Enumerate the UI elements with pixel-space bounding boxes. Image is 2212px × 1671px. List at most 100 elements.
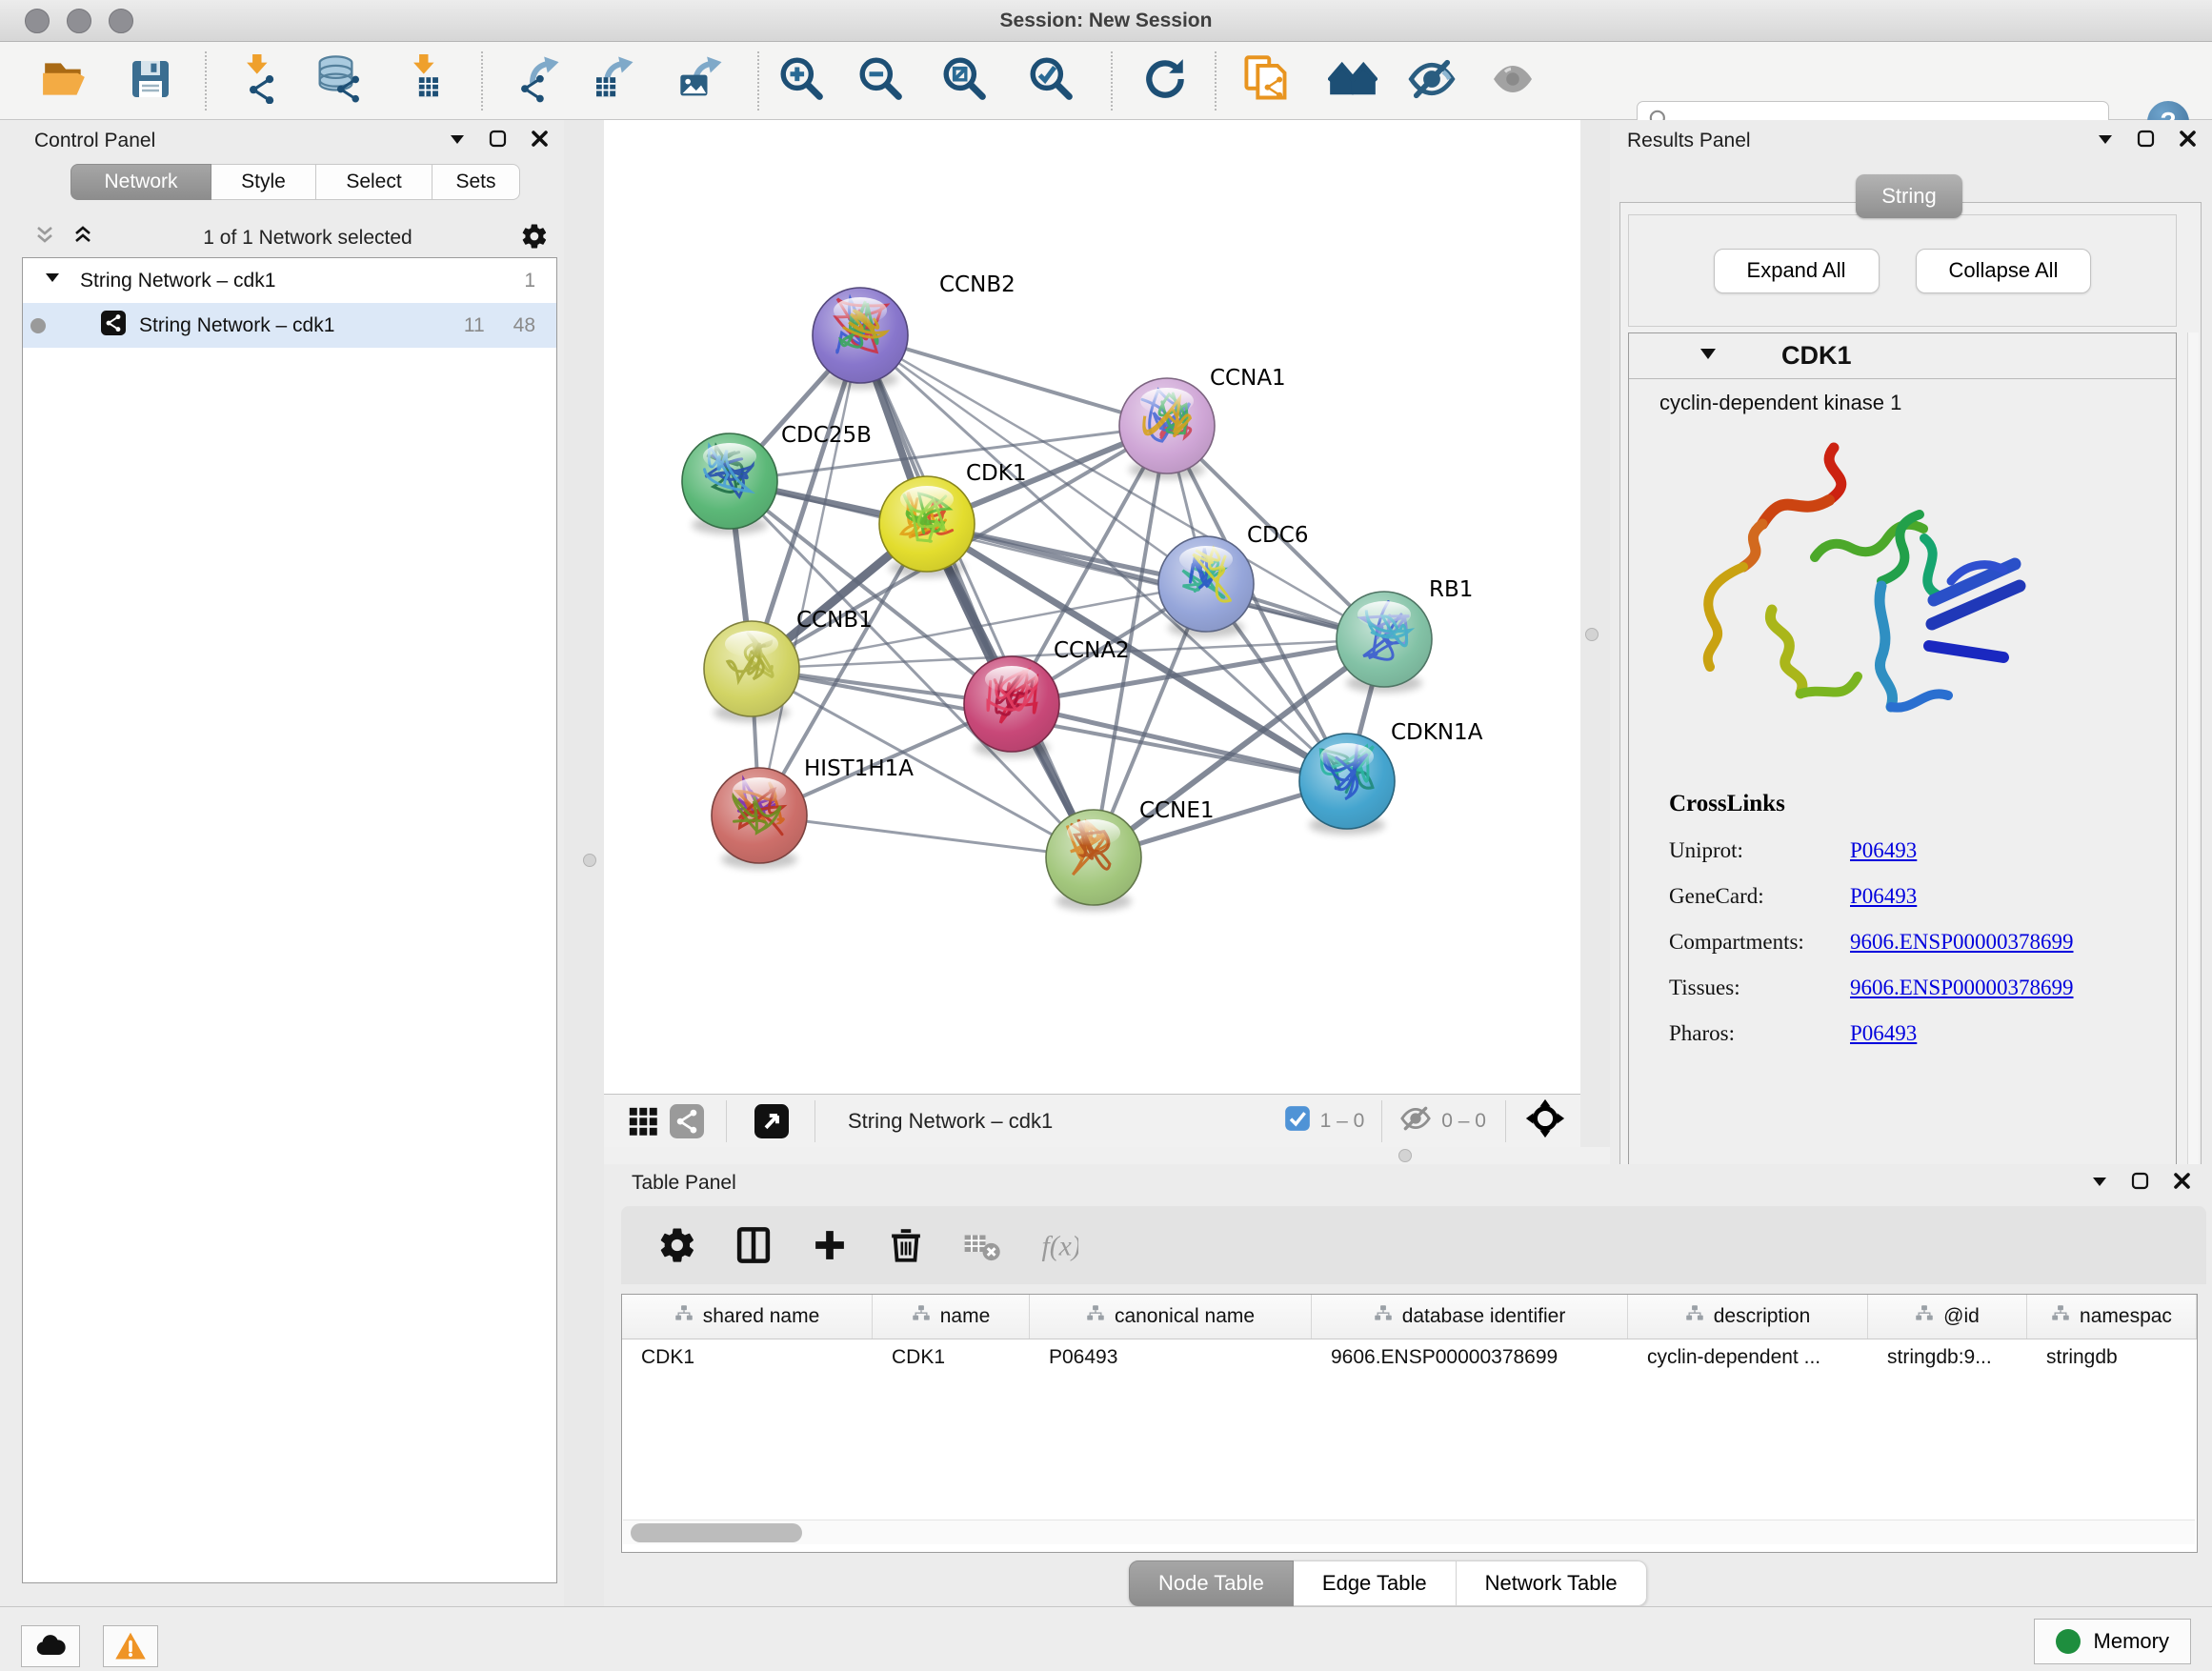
- expand-all-button[interactable]: Expand All: [1714, 249, 1880, 293]
- crosslink-link[interactable]: P06493: [1850, 1021, 1917, 1046]
- import-database-icon: [314, 53, 366, 110]
- save-session-button[interactable]: [124, 54, 177, 108]
- crosslink-link[interactable]: P06493: [1850, 838, 1917, 863]
- results-panel-float-icon[interactable]: [2136, 129, 2157, 154]
- birdseye-view-icon[interactable]: [1525, 1098, 1565, 1143]
- tab-string[interactable]: String: [1856, 174, 1962, 218]
- collapse-protein-icon[interactable]: [1698, 343, 1719, 369]
- cloud-button[interactable]: [21, 1625, 80, 1667]
- column-header-canonical-name[interactable]: canonical name: [1030, 1295, 1312, 1339]
- node-RB1[interactable]: RB1: [1337, 577, 1473, 693]
- zoom-selected-button[interactable]: [1025, 54, 1078, 108]
- tab-sets[interactable]: Sets: [432, 164, 520, 200]
- apply-preferred-layout-button[interactable]: [1138, 54, 1192, 108]
- open-session-button[interactable]: [38, 54, 91, 108]
- import-table-from-file-button[interactable]: [398, 54, 452, 108]
- network-canvas-area[interactable]: CCNB2 CCNA1 CDC25B CDK1 CDC6: [604, 120, 1580, 1094]
- column-type-icon: [1086, 1304, 1105, 1329]
- crosslink-link[interactable]: P06493: [1850, 884, 1917, 909]
- grid-view-icon[interactable]: [621, 1099, 665, 1143]
- control-panel-title: Control Panel: [34, 130, 155, 152]
- network-graph[interactable]: CCNB2 CCNA1 CDC25B CDK1 CDC6: [604, 120, 1580, 1094]
- tab-style[interactable]: Style: [211, 164, 316, 200]
- control-panel-float-icon[interactable]: [488, 129, 509, 154]
- network-icon: [101, 311, 126, 341]
- collapse-all-networks-icon[interactable]: [32, 224, 57, 253]
- column-header-shared-name[interactable]: shared name: [622, 1295, 873, 1339]
- table-cell[interactable]: CDK1: [873, 1339, 1030, 1376]
- crosslink-link[interactable]: 9606.ENSP00000378699: [1850, 976, 2074, 1000]
- table-cell[interactable]: CDK1: [622, 1339, 873, 1376]
- network-badge-icon[interactable]: [665, 1099, 709, 1143]
- collection-expander-icon[interactable]: [44, 270, 61, 292]
- results-panel-close-icon[interactable]: [2178, 129, 2199, 154]
- zoom-in-button[interactable]: [775, 54, 829, 108]
- zoom-out-button[interactable]: [855, 54, 908, 108]
- tab-node-table[interactable]: Node Table: [1129, 1560, 1294, 1606]
- export-table-button[interactable]: [586, 54, 639, 108]
- divider-handle-bottom[interactable]: [1398, 1149, 1412, 1162]
- detach-view-icon[interactable]: [750, 1099, 794, 1143]
- column-header-namespac[interactable]: namespac: [2027, 1295, 2197, 1339]
- network-row[interactable]: String Network – cdk1 11 48: [23, 303, 556, 348]
- table-hscroll-thumb[interactable]: [631, 1523, 802, 1542]
- control-panel-collapse-icon[interactable]: [448, 130, 467, 153]
- table-cell[interactable]: 9606.ENSP00000378699: [1312, 1339, 1628, 1376]
- hidden-eye-icon[interactable]: [1399, 1102, 1432, 1139]
- table-cell[interactable]: cyclin-dependent ...: [1628, 1339, 1868, 1376]
- function-builder-icon: f(x): [1036, 1223, 1080, 1267]
- column-header--id[interactable]: @id: [1868, 1295, 2027, 1339]
- table-cell[interactable]: P06493: [1030, 1339, 1312, 1376]
- results-panel-collapse-icon[interactable]: [2096, 130, 2115, 153]
- delete-column-icon[interactable]: [884, 1223, 928, 1267]
- zoom-fit-button[interactable]: [938, 54, 992, 108]
- export-table-icon: [588, 54, 637, 109]
- selected-checkbox-icon[interactable]: [1284, 1105, 1311, 1137]
- show-all-button[interactable]: [1486, 54, 1539, 108]
- tab-select[interactable]: Select: [316, 164, 432, 200]
- export-image-button[interactable]: [674, 54, 728, 108]
- column-header-database-identifier[interactable]: database identifier: [1312, 1295, 1628, 1339]
- show-columns-icon[interactable]: [732, 1223, 775, 1267]
- crosslink-link[interactable]: 9606.ENSP00000378699: [1850, 930, 2074, 955]
- toolbar-separator: [1215, 51, 1217, 111]
- node-CCNE1[interactable]: CCNE1: [1046, 798, 1215, 911]
- import-network-from-database-button[interactable]: [313, 54, 367, 108]
- tab-edge-table[interactable]: Edge Table: [1294, 1560, 1457, 1606]
- table-panel-close-icon[interactable]: [2172, 1171, 2193, 1197]
- table-row[interactable]: CDK1CDK1P064939606.ENSP00000378699cyclin…: [622, 1339, 2197, 1376]
- edge-CCNA2-CDKN1A[interactable]: [1012, 704, 1347, 781]
- table-panel-collapse-icon[interactable]: [2090, 1172, 2109, 1196]
- expand-all-networks-icon[interactable]: [70, 224, 95, 253]
- export-network-button[interactable]: [512, 54, 565, 108]
- column-header-label: database identifier: [1402, 1305, 1566, 1328]
- edge-CCNE1-HIST1H1A[interactable]: [759, 815, 1094, 857]
- create-column-icon[interactable]: [808, 1223, 852, 1267]
- node-CDKN1A[interactable]: CDKN1A: [1299, 720, 1483, 835]
- node-HIST1H1A[interactable]: HIST1H1A: [712, 756, 914, 869]
- tab-network[interactable]: Network: [70, 164, 211, 200]
- memory-button[interactable]: Memory: [2034, 1619, 2191, 1664]
- network-collection-row[interactable]: String Network – cdk1 1: [23, 258, 556, 303]
- import-network-from-file-button[interactable]: [231, 54, 285, 108]
- divider-handle-right[interactable]: [1585, 628, 1599, 641]
- collapse-all-button[interactable]: Collapse All: [1916, 249, 2092, 293]
- clone-network-button[interactable]: [1239, 54, 1293, 108]
- network-options-gear-icon[interactable]: [520, 222, 549, 255]
- hide-selected-button[interactable]: [1405, 54, 1458, 108]
- first-neighbors-button[interactable]: [1326, 54, 1379, 108]
- table-options-gear-icon[interactable]: [655, 1223, 699, 1267]
- tab-network-table[interactable]: Network Table: [1457, 1560, 1647, 1606]
- column-header-name[interactable]: name: [873, 1295, 1030, 1339]
- control-panel-close-icon[interactable]: [530, 129, 551, 154]
- table-cell[interactable]: stringdb:9...: [1868, 1339, 2027, 1376]
- table-cell[interactable]: stringdb: [2027, 1339, 2197, 1376]
- edge-CCNB2-HIST1H1A[interactable]: [759, 335, 860, 815]
- results-scrollbar[interactable]: [2187, 332, 2199, 1198]
- table-horizontal-scrollbar[interactable]: [623, 1520, 2195, 1544]
- warnings-button[interactable]: [103, 1625, 158, 1667]
- column-header-description[interactable]: description: [1628, 1295, 1868, 1339]
- divider-handle-left[interactable]: [583, 854, 596, 867]
- node-CDC6[interactable]: CDC6: [1158, 523, 1308, 637]
- table-panel-float-icon[interactable]: [2130, 1171, 2151, 1197]
